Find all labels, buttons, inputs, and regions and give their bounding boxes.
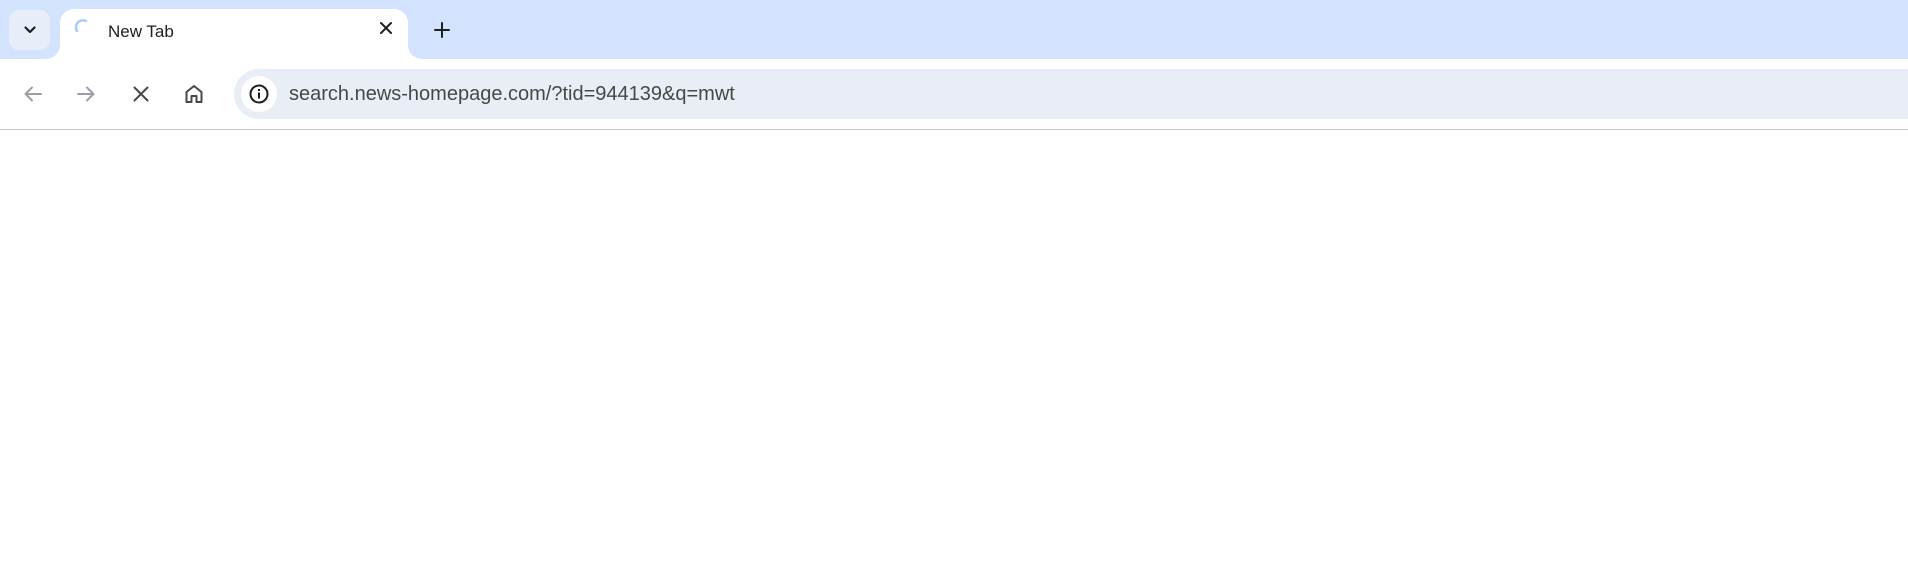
forward-button[interactable] bbox=[67, 75, 105, 113]
tab-new-tab[interactable]: New Tab bbox=[60, 9, 408, 59]
chevron-down-icon bbox=[23, 26, 36, 34]
tab-close-button[interactable] bbox=[374, 16, 398, 40]
back-button[interactable] bbox=[14, 75, 52, 113]
tab-title: New Tab bbox=[108, 22, 174, 41]
plus-icon bbox=[434, 22, 450, 38]
arrow-left-icon bbox=[24, 86, 42, 102]
home-icon bbox=[185, 85, 203, 103]
close-icon bbox=[133, 86, 149, 102]
new-tab-button[interactable] bbox=[424, 12, 460, 48]
address-bar[interactable]: search.news-homepage.com/?tid=944139&q=m… bbox=[234, 69, 1908, 119]
arrow-right-icon bbox=[77, 86, 95, 102]
home-button[interactable] bbox=[175, 75, 213, 113]
loading-spinner-icon bbox=[74, 19, 88, 33]
browser-window: New Tab search.news-homepage.com/?tid=94… bbox=[0, 0, 1908, 567]
page-content bbox=[0, 130, 1908, 567]
tab-strip: New Tab bbox=[0, 0, 1908, 59]
toolbar: search.news-homepage.com/?tid=944139&q=m… bbox=[0, 59, 1908, 130]
info-icon bbox=[249, 84, 269, 104]
close-icon bbox=[380, 22, 392, 34]
url-text[interactable]: search.news-homepage.com/?tid=944139&q=m… bbox=[289, 83, 735, 106]
tab-search-button[interactable] bbox=[9, 10, 50, 50]
site-info-button[interactable] bbox=[241, 76, 277, 112]
stop-loading-button[interactable] bbox=[122, 75, 160, 113]
